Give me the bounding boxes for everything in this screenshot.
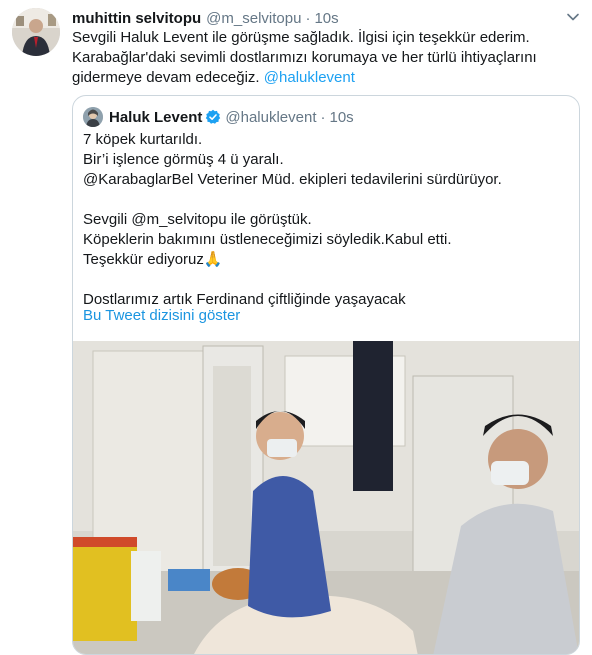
quoted-author-avatar [83,107,103,127]
quoted-text-line: Teşekkür ediyoruz🙏 [83,251,223,268]
separator-dot: · [320,108,326,126]
tweet-text-line: gidermeye devam edeceğiz. @haluklevent [72,68,562,88]
tweet-text: Sevgili Haluk Levent ile görüşme sağladı… [72,28,562,88]
quoted-tweet-header: Haluk Levent @haluklevent · 10s [83,106,354,128]
quoted-text-line: @KarabaglarBel Veteriner Müd. ekipleri t… [83,171,502,188]
quoted-text-line: 7 köpek kurtarıldı. [83,131,203,148]
quoted-author-name: Haluk Levent [109,108,203,126]
tweet-photo[interactable] [73,341,579,654]
tweet-text-line: Sevgili Haluk Levent ile görüşme sağladı… [72,29,530,46]
quoted-tweet-text: 7 köpek kurtarıldı. Bir’i işlence görmüş… [83,130,563,310]
verified-badge-icon [206,109,221,124]
chevron-down-icon[interactable] [566,10,580,24]
author-name[interactable]: muhittin selvitopu [72,10,201,27]
quoted-text-line: Bir’i işlence görmüş 4 ü yaralı. [83,151,284,168]
author-handle[interactable]: @m_selvitopu [206,10,301,27]
tweet-timestamp[interactable]: 10s [314,10,338,27]
quoted-timestamp: 10s [329,108,354,126]
tweet-text-line-end: gidermeye devam edeceğiz. [72,69,260,86]
mention-link[interactable]: @haluklevent [264,69,355,86]
author-avatar[interactable] [12,8,60,56]
quoted-tweet[interactable]: Haluk Levent @haluklevent · 10s 7 köpek … [72,95,580,655]
separator-dot: · [305,9,311,27]
show-thread-link[interactable]: Bu Tweet dizisini göster [83,307,240,324]
tweet-header: muhittin selvitopu @m_selvitopu · 10s [72,8,339,28]
tweet-text-line: Karabağlar'daki sevimli dostlarımızı kor… [72,49,537,66]
quoted-text-line: Sevgili @m_selvitopu ile görüştük. [83,211,312,228]
quoted-text-line: Köpeklerin bakımını üstleneceğimizi söyl… [83,231,452,248]
quoted-author-handle: @haluklevent [225,108,317,126]
vet-clinic-photo [73,341,579,654]
